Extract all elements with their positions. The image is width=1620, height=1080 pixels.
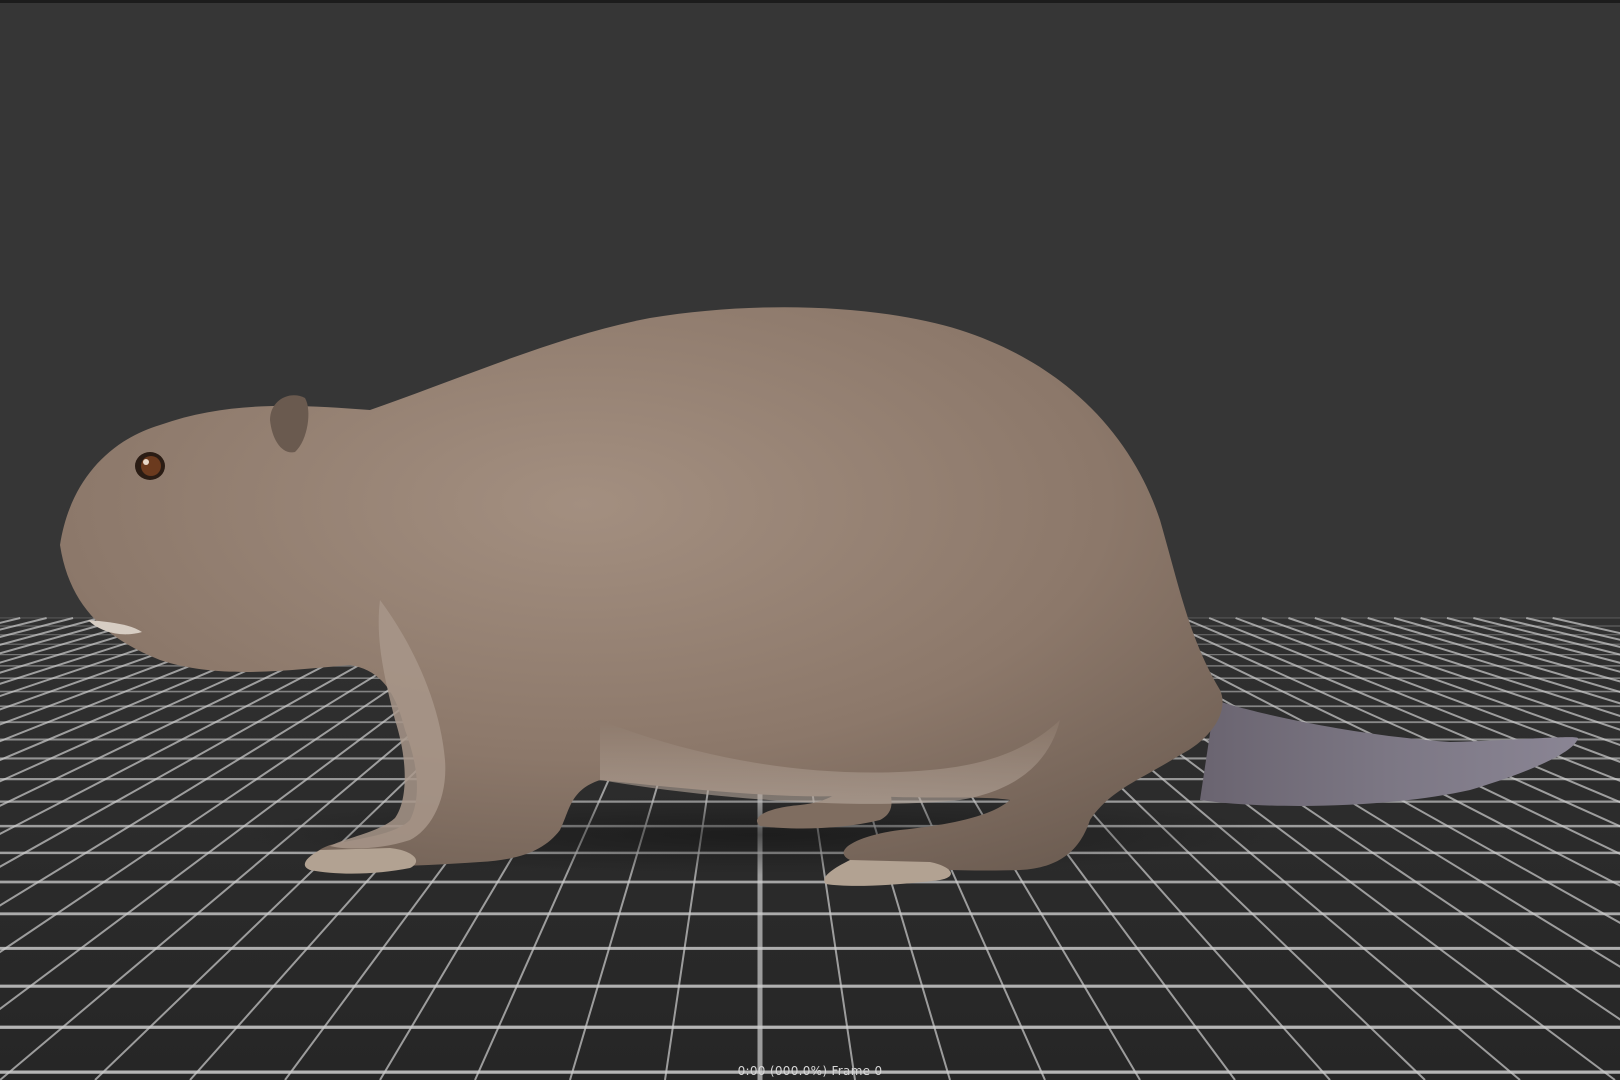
- scene-canvas[interactable]: [0, 0, 1620, 1080]
- beaver-front-foot: [304, 848, 417, 874]
- beaver-eye-iris: [141, 456, 161, 476]
- beaver-eye-highlight: [143, 459, 149, 465]
- 3d-viewport[interactable]: 0:00 (000.0%) Frame 0: [0, 0, 1620, 1080]
